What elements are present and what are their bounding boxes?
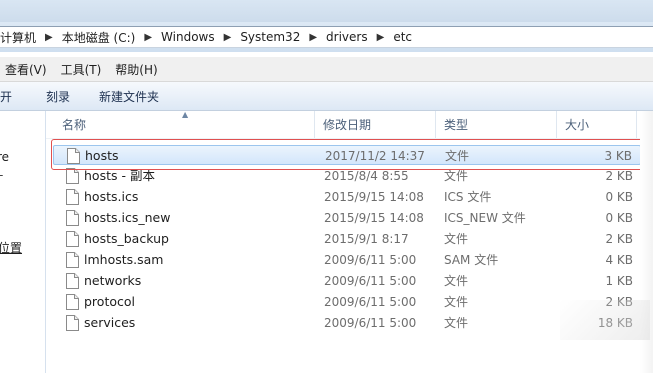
column-divider[interactable] — [636, 111, 637, 138]
file-modified: 2015/9/15 14:08 — [324, 190, 424, 204]
file-name: networks — [84, 273, 142, 288]
chevron-right-icon[interactable]: ▶ — [218, 32, 238, 43]
address-bar[interactable]: 计算机 ▶ 本地磁盘 (C:) ▶ Windows ▶ System32 ▶ d… — [0, 26, 653, 48]
column-header: ▲ 名称 修改日期 类型 大小 — [46, 110, 653, 139]
address-bar-area: 计算机 ▶ 本地磁盘 (C:) ▶ Windows ▶ System32 ▶ d… — [0, 22, 653, 52]
file-icon — [66, 252, 79, 268]
column-name[interactable]: 名称 — [54, 111, 314, 138]
breadcrumb-system32[interactable]: System32 — [237, 30, 303, 44]
file-name: hosts.ics — [84, 189, 139, 204]
table-row[interactable]: protocol2009/6/11 5:00文件2 KB — [53, 292, 641, 312]
nav-item-partial-2[interactable]: - — [0, 168, 3, 182]
file-size: 1 KB — [605, 274, 633, 288]
chevron-right-icon[interactable]: ▶ — [39, 32, 59, 43]
file-type: 文件 — [444, 274, 469, 288]
command-toolbar: 打开 刻录 新建文件夹 — [0, 82, 653, 111]
file-modified: 2009/6/11 5:00 — [324, 253, 417, 267]
menu-tools[interactable]: 工具(T) — [55, 61, 108, 78]
table-row[interactable]: hosts.ics_new 2015/9/15 14:08 ICS_NEW 文件 0 … — [53, 208, 641, 228]
window-frame-top — [0, 0, 653, 22]
file-icon — [66, 210, 79, 226]
chevron-right-icon[interactable]: ▶ — [303, 32, 323, 43]
file-type: ICS 文件 — [444, 190, 492, 204]
menu-help[interactable]: 帮助(H) — [109, 61, 163, 78]
breadcrumb: 计算机 ▶ 本地磁盘 (C:) ▶ Windows ▶ System32 ▶ d… — [0, 27, 653, 47]
breadcrumb-etc[interactable]: etc — [390, 30, 415, 44]
file-name: services — [84, 315, 136, 330]
menu-bar: 查看(V) 工具(T) 帮助(H) — [0, 57, 653, 82]
file-modified: 2009/6/11 5:00 — [324, 274, 417, 288]
file-icon — [66, 273, 79, 289]
file-modified: 2009/6/11 5:00 — [324, 295, 417, 309]
breadcrumb-windows[interactable]: Windows — [158, 30, 218, 44]
highlight-annotation — [51, 139, 643, 170]
file-type: 文件 — [444, 316, 469, 330]
file-name: hosts.ics_new — [84, 210, 171, 225]
file-modified: 2009/6/11 5:00 — [324, 316, 417, 330]
breadcrumb-computer[interactable]: 计算机 — [0, 29, 39, 46]
file-icon — [66, 189, 79, 205]
chevron-right-icon[interactable]: ▶ — [138, 32, 158, 43]
table-row[interactable]: lmhosts.sam 2009/6/11 5:00 SAM 文件 4 KB — [53, 250, 641, 270]
new-folder-button[interactable]: 新建文件夹 — [99, 88, 159, 105]
open-button[interactable]: 打开 — [0, 88, 12, 105]
column-type[interactable]: 类型 — [436, 111, 556, 138]
file-icon — [66, 168, 79, 184]
file-modified: 2015/9/15 14:08 — [324, 211, 424, 225]
file-type: 文件 — [444, 295, 469, 309]
file-type: 文件 — [444, 232, 469, 246]
table-row[interactable]: hosts.ics 2015/9/15 14:08 ICS 文件 0 KB — [53, 187, 641, 207]
menu-view[interactable]: 查看(V) — [0, 61, 53, 78]
file-size: 4 KB — [605, 253, 633, 267]
file-name: protocol — [84, 294, 135, 309]
table-row[interactable]: networks 2009/6/11 5:00 文件 1 KB — [53, 271, 641, 291]
file-type: SAM 文件 — [444, 253, 499, 267]
table-row[interactable]: hosts_backup 2015/9/1 8:17 文件 2 KB — [53, 229, 641, 249]
breadcrumb-drivers[interactable]: drivers — [323, 30, 371, 44]
column-modified[interactable]: 修改日期 — [315, 111, 435, 138]
file-name: hosts_backup — [84, 231, 169, 246]
nav-item-location[interactable]: 位置 — [0, 239, 22, 256]
watermark-shade — [560, 300, 650, 340]
file-icon — [66, 231, 79, 247]
file-type: ICS_NEW 文件 — [444, 211, 526, 225]
table-row[interactable]: services2009/6/11 5:00文件18 KB — [53, 313, 641, 333]
column-size[interactable]: 大小 — [557, 111, 637, 138]
file-size: 0 KB — [605, 211, 633, 225]
file-icon — [66, 294, 79, 310]
file-icon — [66, 315, 79, 331]
chevron-right-icon[interactable]: ▶ — [371, 32, 391, 43]
navigation-pane: re - 位置 — [0, 111, 46, 373]
file-modified: 2015/9/1 8:17 — [324, 232, 409, 246]
nav-item-partial[interactable]: re — [0, 150, 9, 164]
file-size: 0 KB — [605, 190, 633, 204]
breadcrumb-local-disk[interactable]: 本地磁盘 (C:) — [59, 29, 139, 46]
burn-button[interactable]: 刻录 — [46, 88, 70, 105]
file-name: lmhosts.sam — [84, 252, 164, 267]
file-size: 2 KB — [605, 232, 633, 246]
